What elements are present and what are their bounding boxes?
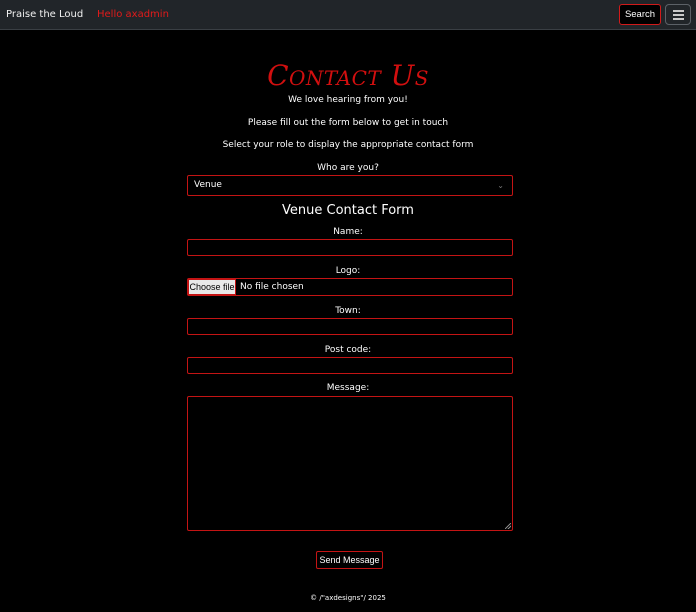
role-instruction: Select your role to display the appropri…	[222, 140, 474, 150]
chevron-down-icon: ⌄	[497, 181, 504, 190]
resize-grip-icon[interactable]	[505, 523, 511, 529]
choose-file-button[interactable]: Choose file	[188, 279, 236, 295]
town-label: Town:	[335, 306, 361, 316]
logo-file-input[interactable]: Choose file No file chosen	[187, 278, 513, 296]
file-status: No file chosen	[240, 282, 304, 292]
brand-link[interactable]: Praise the Loud	[6, 9, 83, 20]
send-message-button[interactable]: Send Message	[316, 551, 383, 569]
logo-label: Logo:	[335, 266, 361, 276]
search-button[interactable]: Search	[619, 4, 661, 25]
navbar: Praise the Loud Hello axadmin Search	[0, 0, 696, 30]
form-instruction: Please fill out the form below to get in…	[247, 118, 449, 128]
page-subtitle: We love hearing from you!	[288, 95, 408, 105]
role-select-value: Venue	[194, 180, 222, 190]
town-input[interactable]	[187, 318, 513, 335]
navbar-toggle-button[interactable]	[665, 4, 691, 25]
postcode-label: Post code:	[324, 345, 372, 355]
message-textarea[interactable]	[187, 396, 513, 531]
user-greeting[interactable]: Hello axadmin	[97, 9, 169, 20]
name-label: Name:	[333, 227, 363, 237]
form-title: Venue Contact Form	[282, 203, 414, 218]
role-label: Who are you?	[317, 163, 379, 173]
footer-copyright: © /"axdesigns"/ 2025	[310, 594, 386, 602]
name-input[interactable]	[187, 239, 513, 256]
postcode-input[interactable]	[187, 357, 513, 374]
message-label: Message:	[326, 383, 370, 393]
page-title: Contact Us	[267, 59, 429, 92]
role-select[interactable]: Venue ⌄	[187, 175, 513, 196]
